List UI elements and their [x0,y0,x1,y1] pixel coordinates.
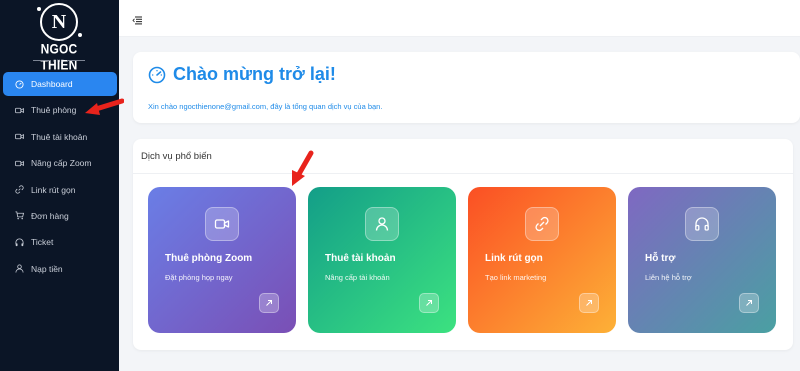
sidebar-item-thue-tai-khoan[interactable]: Thuê tài khoản [3,125,117,149]
sidebar-item-label: Thuê phòng [31,105,77,116]
sidebar-item-ticket[interactable]: Ticket [3,230,117,254]
logo-dot [78,33,82,37]
sidebar-item-label: Ticket [31,237,54,248]
card-title: Thuê tài khoản [325,253,396,264]
logo-monogram: N [51,11,67,33]
headphones-icon [685,207,719,241]
brand-name: NGOC THIEN [40,40,78,74]
card-title: Thuê phòng Zoom [165,253,253,264]
sidebar: N NGOC THIEN ONE Dashboard Thuê phòng Th… [0,0,119,371]
headphones-icon [15,238,24,247]
user-icon [15,264,24,273]
cart-icon [15,211,24,220]
card-title: Link rút gọn [485,253,543,264]
card-subtitle: Đặt phòng họp ngay [165,273,233,282]
logo-divider [67,60,85,61]
video-camera-icon [205,207,239,241]
card-subtitle: Nâng cấp tài khoản [325,273,390,282]
annotation-arrow-icon [292,150,314,186]
card-title: Hỗ trợ [645,253,676,264]
section-title: Dịch vụ phổ biến [141,151,212,162]
sidebar-item-label: Nạp tiền [31,263,63,274]
welcome-subtitle: Xin chào ngocthienone@gmail.com, đây là … [148,102,383,111]
annotation-arrow-icon [85,98,124,115]
service-card-zoom-room[interactable]: Thuê phòng Zoom Đặt phòng họp ngay [148,187,296,333]
service-card-short-link[interactable]: Link rút gọn Tạo link marketing [468,187,616,333]
logo-dot [37,7,41,11]
sidebar-item-label: Đơn hàng [31,210,69,221]
sidebar-item-dashboard[interactable]: Dashboard [3,72,117,96]
popular-services-panel: Dịch vụ phổ biến Thuê phòng Zoom Đặt phò… [133,139,793,350]
sidebar-item-don-hang[interactable]: Đơn hàng [3,204,117,228]
link-icon [15,185,24,194]
video-camera-icon [15,132,24,141]
sidebar-item-label: Thuê tài khoản [31,131,88,142]
speedometer-icon [148,66,166,84]
video-camera-icon [15,159,24,168]
brand-logo[interactable]: N NGOC THIEN ONE [27,3,91,73]
arrow-up-right-icon[interactable] [259,293,279,313]
arrow-up-right-icon[interactable] [419,293,439,313]
top-bar [119,0,800,37]
sidebar-item-nang-cap-zoom[interactable]: Nâng cấp Zoom [3,151,117,175]
arrow-up-right-icon[interactable] [739,293,759,313]
sidebar-item-link-rut-gon[interactable]: Link rút gọn [3,178,117,202]
dashboard-gauge-icon [15,79,24,89]
welcome-card: Chào mừng trở lại! Xin chào ngocthienone… [133,52,800,123]
video-camera-icon [15,106,24,115]
sidebar-item-label: Dashboard [31,79,73,89]
arrow-up-right-icon[interactable] [579,293,599,313]
sidebar-item-nap-tien[interactable]: Nạp tiền [3,257,117,281]
card-subtitle: Liên hệ hỗ trợ [645,273,692,282]
sidebar-item-label: Nâng cấp Zoom [31,158,92,169]
service-card-account-rental[interactable]: Thuê tài khoản Nâng cấp tài khoản [308,187,456,333]
card-subtitle: Tạo link marketing [485,273,547,282]
user-icon [365,207,399,241]
logo-emblem: N [40,3,78,41]
link-icon [525,207,559,241]
menu-toggle-icon[interactable] [132,13,143,25]
page-title: Chào mừng trở lại! [173,64,336,84]
divider [133,173,793,174]
service-card-support[interactable]: Hỗ trợ Liên hệ hỗ trợ [628,187,776,333]
sidebar-item-label: Link rút gọn [31,184,76,195]
